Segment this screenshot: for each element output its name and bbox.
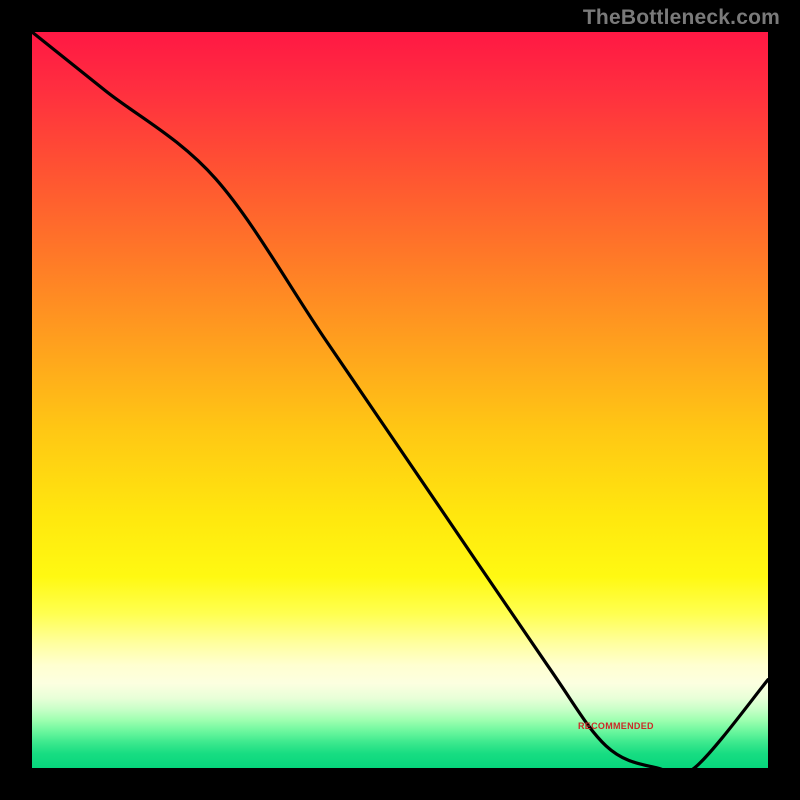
watermark-text: TheBottleneck.com (583, 6, 780, 30)
line-plot-svg (32, 32, 768, 768)
plot-area: RECOMMENDED (32, 32, 768, 768)
chart-frame: TheBottleneck.com RECOMMENDED (0, 0, 800, 800)
bottleneck-curve (32, 32, 768, 768)
recommended-label: RECOMMENDED (578, 721, 654, 731)
